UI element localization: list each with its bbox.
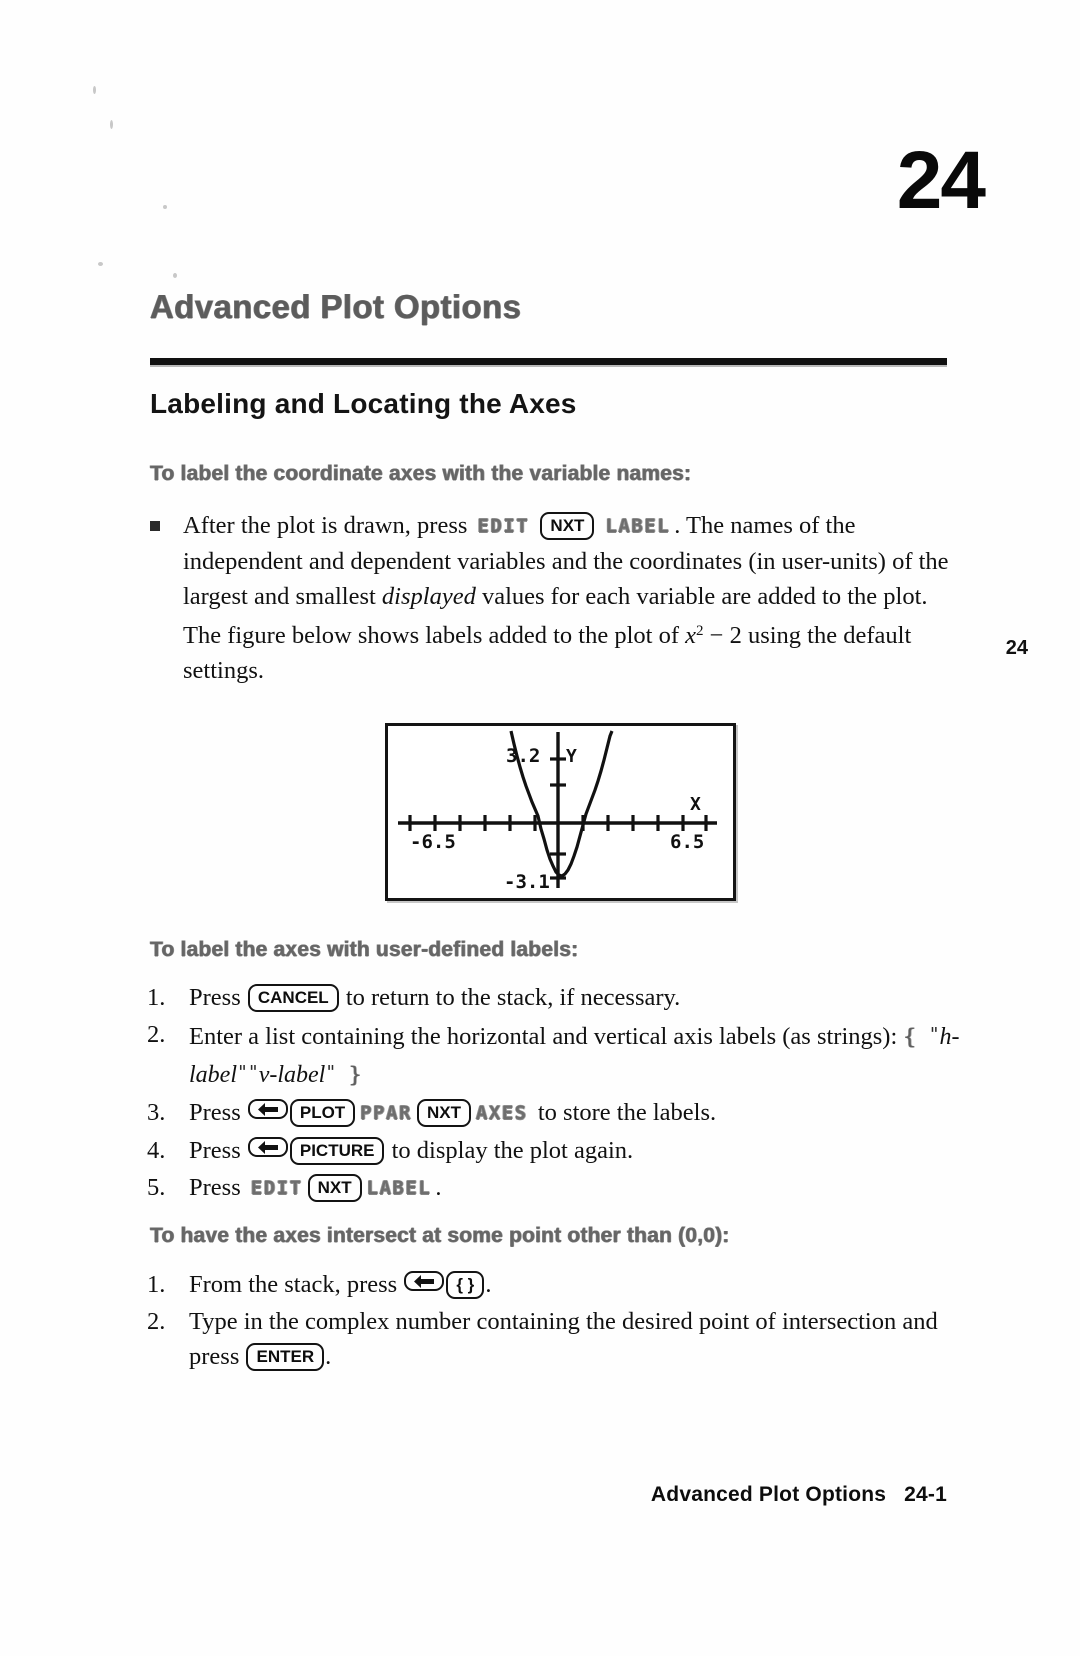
subhead-variable-names: To label the coordinate axes with the va… [150, 462, 692, 485]
list-item-number: 2. [147, 1308, 166, 1335]
scan-speck [98, 262, 103, 266]
bullet-marker [150, 521, 160, 531]
key-picture-button[interactable]: PICTURE [289, 1137, 385, 1165]
softkey-label[interactable]: LABEL [367, 1171, 432, 1206]
footer-page-number: 24-1 [904, 1483, 947, 1506]
margin-page-tab: 24 [1005, 637, 1028, 659]
list-item: 4. Press PICTURE to display the plot agai… [143, 1133, 963, 1168]
list-item-number: 4. [147, 1137, 166, 1164]
x-min-label: -6.5 [410, 831, 456, 853]
scan-speck [110, 120, 113, 129]
plot-svg: 3.2 Y -6.5 6.5 X -3.1 [398, 730, 717, 892]
y-axis-name: Y [566, 746, 577, 767]
key-cancel-button[interactable]: CANCEL [247, 984, 339, 1012]
list-item-text: . [435, 1174, 442, 1201]
list-user-defined-labels: 1. Press CANCEL to return to the stack, i… [143, 980, 963, 1208]
quote-mark: " [325, 1062, 337, 1083]
manual-page: 24 Advanced Plot Options Labeling and Lo… [0, 0, 1080, 1656]
bullet-text-before: After the plot is drawn, press [183, 512, 468, 539]
key-enter-button[interactable]: ENTER [246, 1343, 325, 1371]
list-item: 3. Press PLOT PPAR NXT AXES to store the lab… [143, 1095, 963, 1131]
softkey-edit[interactable]: EDIT [478, 509, 530, 544]
key-plot-button[interactable]: PLOT [289, 1099, 356, 1127]
bullet-italic-displayed: displayed [381, 583, 476, 610]
left-shift-arrow-icon [414, 1275, 435, 1288]
scan-speck [163, 205, 167, 209]
list-item-text: . [325, 1343, 332, 1370]
math-variable-x: x [685, 622, 697, 649]
bullet-text: After the plot is drawn, press EDIT NXT … [183, 508, 950, 688]
chapter-number: 24 [896, 135, 986, 226]
list-item-text: Press [189, 1174, 247, 1201]
quote-mark: " [928, 1024, 940, 1045]
footer-title: Advanced Plot Options [650, 1483, 887, 1506]
softkey-ppar[interactable]: PPAR [360, 1096, 412, 1131]
list-axes-intersect: 1. From the stack, press { }. 2. Type in th… [143, 1267, 963, 1376]
y-max-label: 3.2 [506, 745, 540, 767]
list-item-number: 5. [147, 1174, 166, 1201]
left-shift-arrow-key[interactable] [247, 1099, 288, 1119]
key-nxt[interactable]: NXT [540, 512, 595, 540]
subhead-intersect: To have the axes intersect at some point… [150, 1224, 730, 1247]
x-axis-name: X [690, 794, 701, 815]
calculator-plot-figure: 3.2 Y -6.5 6.5 X -3.1 [385, 723, 736, 901]
section-heading: Labeling and Locating the Axes [150, 388, 577, 419]
y-min-label: -3.1 [504, 871, 550, 892]
list-item-number: 1. [147, 1271, 166, 1298]
list-item-number: 1. [147, 984, 166, 1011]
page-footer: Advanced Plot Options 24-1 [651, 1483, 947, 1507]
list-item: 2. Enter a list containing the horizontal… [143, 1017, 963, 1093]
left-shift-arrow-icon [257, 1141, 278, 1154]
key-nxt-button[interactable]: NXT [416, 1099, 471, 1127]
left-shift-arrow-icon [257, 1103, 278, 1116]
list-item-text: Press [189, 1137, 247, 1164]
quote-mark: " [237, 1062, 248, 1083]
list-item-text: to store the labels. [531, 1099, 717, 1126]
list-item: 1. Press CANCEL to return to the stack, i… [143, 980, 963, 1015]
list-item-italic: v-label [258, 1062, 326, 1088]
list-item: 2. Type in the complex number containing … [143, 1304, 963, 1374]
softkey-edit[interactable]: EDIT [251, 1171, 303, 1206]
softkey-axes[interactable]: AXES [476, 1096, 528, 1131]
list-item-number: 3. [147, 1099, 166, 1126]
quote-mark: " [247, 1062, 259, 1083]
list-item-text: . [485, 1271, 492, 1298]
list-item-text: to display the plot again. [385, 1137, 634, 1164]
list-item-text: to return to the stack, if necessary. [339, 984, 681, 1011]
math-exponent: 2 [696, 623, 704, 639]
left-shift-arrow-key[interactable] [247, 1137, 288, 1157]
list-item: 5. Press EDIT NXT LABEL. [143, 1170, 963, 1206]
list-item-text: From the stack, press [189, 1271, 404, 1298]
list-delimiter: } [336, 1063, 362, 1087]
x-max-label: 6.5 [670, 831, 704, 853]
scan-speck [173, 273, 177, 278]
bullet-paragraph: After the plot is drawn, press EDIT NXT … [150, 508, 950, 688]
left-shift-arrow-key[interactable] [404, 1271, 445, 1291]
softkey-label[interactable]: LABEL [606, 509, 671, 544]
math-rest: − 2 [709, 622, 742, 649]
list-item: 1. From the stack, press { }. [143, 1267, 963, 1302]
subhead-user-defined: To label the axes with user-defined labe… [150, 938, 579, 961]
key-nxt-button[interactable]: NXT [307, 1174, 362, 1202]
list-item-text: Enter a list containing the horizontal a… [189, 1023, 904, 1050]
title-rule [150, 358, 947, 365]
key--button[interactable]: { } [446, 1271, 485, 1299]
list-item-text: Press [189, 1099, 247, 1126]
scan-speck [93, 86, 96, 94]
list-delimiter: { [903, 1025, 929, 1049]
chapter-title: Advanced Plot Options [150, 288, 522, 325]
list-item-text: Press [189, 984, 247, 1011]
list-item-number: 2. [147, 1021, 166, 1048]
